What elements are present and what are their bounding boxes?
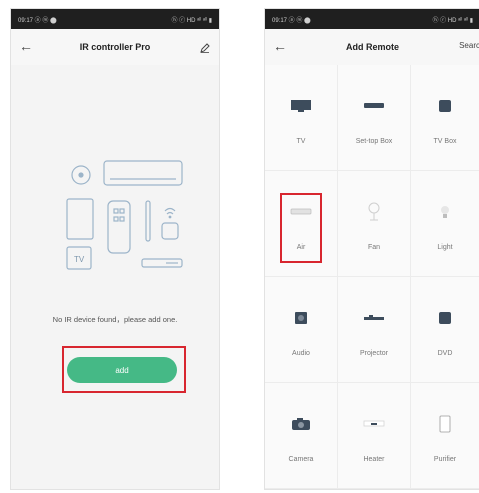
device-tile-purifier[interactable]: Purifier bbox=[411, 383, 479, 489]
camera-icon bbox=[291, 413, 311, 435]
device-label: DVD bbox=[437, 350, 453, 357]
device-tile-camera[interactable]: Camera bbox=[265, 383, 338, 489]
status-bar: 09:17 ⓐ ⓜ ⬤ ⓗ ⓡ HD ᵃˡˡ ᵃˡˡ ▮ bbox=[265, 9, 479, 29]
device-label: Audio bbox=[292, 350, 310, 357]
app-bar: ← IR controller Pro bbox=[11, 29, 219, 65]
device-tile-tv-box[interactable]: TV Box bbox=[411, 65, 479, 171]
audio-icon bbox=[294, 307, 308, 329]
device-label: Fan bbox=[367, 244, 381, 251]
device-tile-set-top-box[interactable]: Set-top Box bbox=[338, 65, 411, 171]
status-indicators: ⓗ ⓡ HD ᵃˡˡ ᵃˡˡ ▮ bbox=[171, 17, 212, 24]
app-bar: ← Add Remote Searc bbox=[265, 29, 479, 65]
light-bulb-icon bbox=[439, 201, 451, 223]
tv-label: TV bbox=[74, 255, 85, 264]
projector-icon bbox=[363, 307, 385, 329]
arrow-left-icon[interactable]: ← bbox=[19, 38, 33, 54]
purifier-icon bbox=[439, 413, 451, 435]
pencil-icon[interactable] bbox=[200, 40, 210, 58]
device-label: Purifier bbox=[433, 456, 457, 463]
status-time: 09:17 ⓐ ⓜ ⬤ bbox=[18, 17, 57, 24]
highlight-box bbox=[62, 346, 186, 393]
search-button[interactable]: Searc bbox=[459, 41, 479, 50]
device-tile-fan[interactable]: Fan bbox=[338, 171, 411, 277]
empty-state-message: No IR device found，please add one. bbox=[52, 315, 178, 324]
device-label: Projector bbox=[359, 350, 388, 357]
heater-icon bbox=[363, 413, 385, 435]
add-remote-screen: 09:17 ⓐ ⓜ ⬤ ⓗ ⓡ HD ᵃˡˡ ᵃˡˡ ▮ ← Add Remot… bbox=[264, 8, 479, 490]
arrow-left-icon[interactable]: ← bbox=[273, 38, 287, 54]
empty-state-illustration: TV bbox=[66, 159, 186, 284]
page-title: IR controller Pro bbox=[79, 42, 151, 52]
device-label: TV bbox=[296, 138, 306, 145]
status-time: 09:17 ⓐ ⓜ ⬤ bbox=[272, 17, 311, 24]
device-tile-light[interactable]: Light bbox=[411, 171, 479, 277]
tv-icon bbox=[290, 95, 312, 117]
device-tile-projector[interactable]: Projector bbox=[338, 277, 411, 383]
device-tile-dvd[interactable]: DVD bbox=[411, 277, 479, 383]
device-tile-air[interactable]: Air bbox=[265, 171, 338, 277]
status-indicators: ⓗ ⓡ HD ᵃˡˡ ᵃˡˡ ▮ bbox=[432, 17, 473, 24]
device-label: Heater bbox=[363, 456, 385, 463]
device-tile-tv[interactable]: TV bbox=[265, 65, 338, 171]
ir-controller-screen: 09:17 ⓐ ⓜ ⬤ ⓗ ⓡ HD ᵃˡˡ ᵃˡˡ ▮ ← IR contro… bbox=[10, 8, 220, 490]
device-grid: TV Set-top Box TV Box Air Fan Light Audi… bbox=[265, 65, 479, 489]
tv-box-icon bbox=[438, 95, 452, 117]
set-top-box-icon bbox=[363, 95, 385, 117]
fan-icon bbox=[367, 201, 381, 223]
status-bar: 09:17 ⓐ ⓜ ⬤ ⓗ ⓡ HD ᵃˡˡ ᵃˡˡ ▮ bbox=[11, 9, 219, 29]
device-label: TV Box bbox=[433, 138, 457, 145]
highlight-box bbox=[280, 193, 322, 263]
device-label: Set-top Box bbox=[355, 138, 393, 145]
device-label: Camera bbox=[288, 456, 314, 463]
device-tile-heater[interactable]: Heater bbox=[338, 383, 411, 489]
device-label: Light bbox=[437, 244, 453, 251]
device-tile-audio[interactable]: Audio bbox=[265, 277, 338, 383]
dvd-icon bbox=[438, 307, 452, 329]
page-title: Add Remote bbox=[345, 42, 399, 52]
